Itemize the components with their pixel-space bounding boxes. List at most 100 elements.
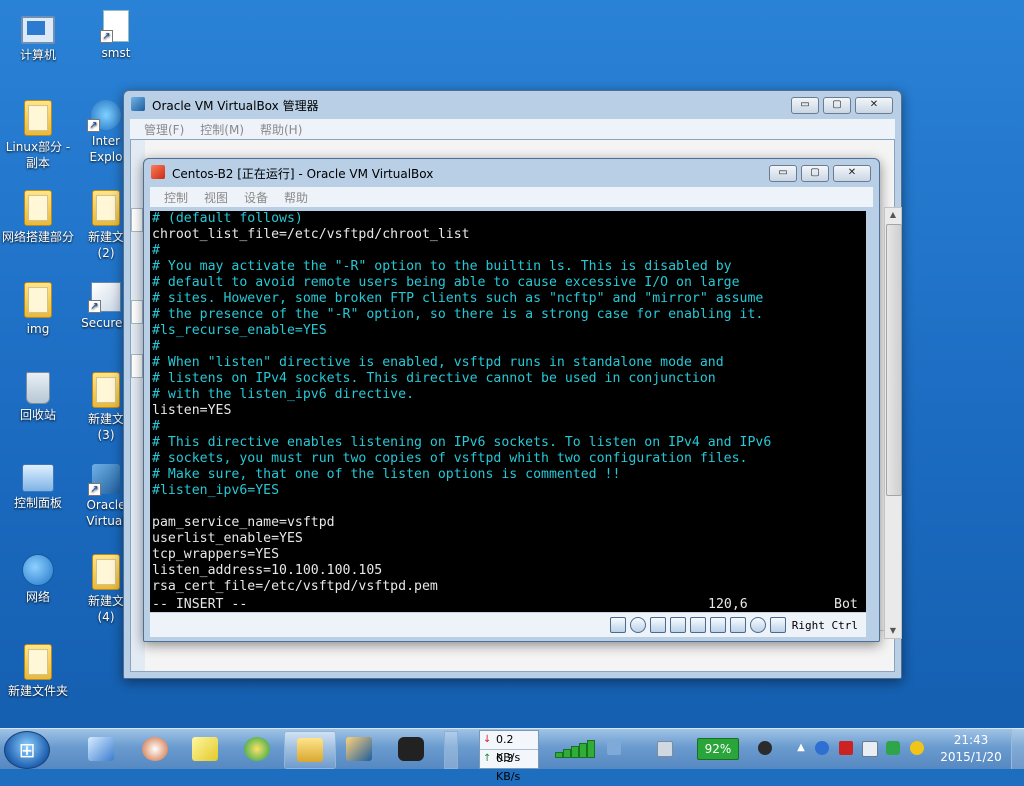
desktop-icon-control-panel[interactable]: 控制面板 [0, 464, 76, 511]
menu-manage[interactable]: 管理(F) [144, 121, 184, 138]
show-desktop-button[interactable] [1011, 729, 1024, 769]
desktop-icon-smst[interactable]: smst [78, 10, 154, 61]
taskbar-app-explorer[interactable] [284, 731, 336, 769]
vm-console-screen[interactable]: # (default follows) chroot_list_file=/etc… [150, 211, 866, 612]
sticky-notes-icon [192, 737, 218, 761]
desktop-icon-computer[interactable]: 计算机 [0, 10, 76, 63]
desktop-icon-new-folder[interactable]: 新建文件夹 [0, 644, 76, 699]
antivirus-icon[interactable] [815, 741, 829, 755]
taskbar: ↓0.2 KB/s ↑0.3 KB/s 92% ▲ 21:43 2015/1/2… [0, 728, 1024, 783]
volume-icon[interactable] [862, 741, 878, 757]
taskbar-app-network-manager[interactable] [76, 731, 126, 767]
plus-icon[interactable] [910, 741, 924, 755]
download-arrow-icon: ↓ [483, 734, 492, 745]
securecrt-icon [88, 282, 121, 313]
scroll-down-icon[interactable]: ▼ [885, 624, 901, 638]
scrollbar-thumb[interactable] [886, 224, 902, 496]
network-speed-widget[interactable]: ↓ 0.2 KB/s ↑ 0.3 KB/s [479, 730, 539, 783]
desktop-icon-network-folder[interactable]: 网络搭建部分 [0, 190, 76, 245]
vm-list-item[interactable] [131, 354, 143, 378]
close-icon: ✕ [847, 167, 857, 178]
vm-menu-help[interactable]: 帮助 [284, 189, 308, 206]
desktop-icon-label: 新建文 (4) [87, 594, 124, 624]
desktop-icon-network[interactable]: 网络 [0, 554, 76, 605]
folder-icon [24, 100, 52, 136]
menu-help[interactable]: 帮助(H) [260, 121, 302, 138]
terminal-line: # default to avoid remote users being ab… [152, 275, 740, 290]
terminal-line: # the presence of the "-R" option, so th… [152, 307, 764, 322]
manager-titlebar[interactable]: Oracle VM VirtualBox 管理器 ▭ ▢ ✕ [124, 91, 901, 119]
hard-disk-icon[interactable] [609, 617, 626, 633]
wireless-antenna-icon[interactable] [607, 741, 621, 755]
terminal-line: # This directive enables listening on IP… [152, 435, 772, 450]
usb-icon[interactable] [729, 617, 746, 633]
vm-list-item[interactable] [131, 300, 143, 324]
display-icon[interactable] [709, 617, 726, 633]
optical-drive-icon[interactable] [629, 617, 646, 633]
scroll-up-icon[interactable]: ▲ [885, 208, 901, 222]
taskbar-app-bug[interactable] [130, 731, 180, 767]
terminal-text: # (default follows) chroot_list_file=/etc… [150, 211, 866, 595]
desktop-icon-img-folder[interactable]: img [0, 282, 76, 337]
taskbar-app-texas[interactable] [386, 731, 436, 767]
desktop-icon-label: 回收站 [19, 408, 56, 422]
vm-close-button[interactable]: ✕ [833, 165, 871, 182]
taskbar-app-sticky-notes[interactable] [180, 731, 230, 767]
vim-scroll-position: Bot [834, 597, 858, 612]
shared-folder-icon[interactable] [689, 617, 706, 633]
vm-menu-view[interactable]: 视图 [204, 189, 228, 206]
manager-scrollbar[interactable]: ▲ ▼ [884, 207, 902, 639]
mouse-integration-icon[interactable] [749, 617, 766, 633]
show-hidden-icons-icon[interactable]: ▲ [794, 741, 808, 755]
vm-list-item[interactable] [131, 208, 143, 232]
start-button[interactable] [4, 731, 50, 769]
vm-titlebar[interactable]: Centos-B2 [正在运行] - Oracle VM VirtualBox … [144, 159, 879, 187]
vm-menu-control[interactable]: 控制 [164, 189, 188, 206]
desktop-icon-linux-folder[interactable]: Linux部分 - 副本 [0, 100, 76, 171]
system-clock[interactable]: 21:43 2015/1/20 [934, 732, 1008, 766]
shield-icon[interactable] [886, 741, 900, 755]
desktop-icon-recycle-bin[interactable]: 回收站 [0, 372, 76, 423]
flag-icon[interactable] [839, 741, 853, 755]
maximize-button[interactable]: ▢ [823, 97, 851, 114]
audio-icon[interactable] [649, 617, 666, 633]
terminal-line: tcp_wrappers=YES [152, 547, 280, 562]
minimize-button[interactable]: ▭ [791, 97, 819, 114]
terminal-line: userlist_enable=YES [152, 531, 303, 546]
close-button[interactable]: ✕ [855, 97, 893, 114]
virtualbox-icon [346, 737, 372, 761]
vm-maximize-button[interactable]: ▢ [801, 165, 829, 182]
desktop-icon-label: 新建文件夹 [7, 684, 68, 698]
vm-title: Centos-B2 [正在运行] - Oracle VM VirtualBox [172, 167, 434, 181]
network-adapter-icon[interactable] [669, 617, 686, 633]
desktop-icon-label: 新建文 (3) [87, 412, 124, 442]
taskbar-app-360[interactable] [232, 731, 282, 767]
power-plug-icon[interactable] [758, 741, 772, 755]
vim-cursor-position: 120,6 [708, 597, 748, 612]
signal-strength-icon[interactable] [555, 740, 601, 758]
security-app-icon [244, 737, 270, 761]
taskbar-overflow-button[interactable] [444, 731, 458, 769]
taskbar-app-virtualbox[interactable] [334, 731, 384, 767]
folder-icon [24, 190, 52, 226]
vm-minimize-button[interactable]: ▭ [769, 165, 797, 182]
terminal-line: # You may activate the "-R" option to th… [152, 259, 732, 274]
folder-icon [92, 372, 120, 408]
computer-icon [21, 16, 55, 44]
terminal-line: # [152, 339, 160, 354]
manager-title: Oracle VM VirtualBox 管理器 [152, 99, 319, 113]
vm-menu-devices[interactable]: 设备 [244, 189, 268, 206]
keyboard-capture-icon[interactable] [769, 617, 786, 633]
vm-guest-window[interactable]: Centos-B2 [正在运行] - Oracle VM VirtualBox … [143, 158, 902, 642]
desktop-icon-label: img [26, 322, 50, 336]
virtualbox-app-icon [131, 97, 145, 111]
keyboard-icon[interactable] [657, 741, 673, 757]
vm-app-icon [151, 165, 165, 179]
battery-indicator[interactable]: 92% [697, 738, 739, 760]
menu-control[interactable]: 控制(M) [200, 121, 244, 138]
terminal-line: #ls_recurse_enable=YES [152, 323, 327, 338]
virtualbox-icon [88, 464, 120, 496]
desktop-icon-label: Oracle Virtual [86, 498, 126, 528]
tool-icon [398, 737, 424, 761]
